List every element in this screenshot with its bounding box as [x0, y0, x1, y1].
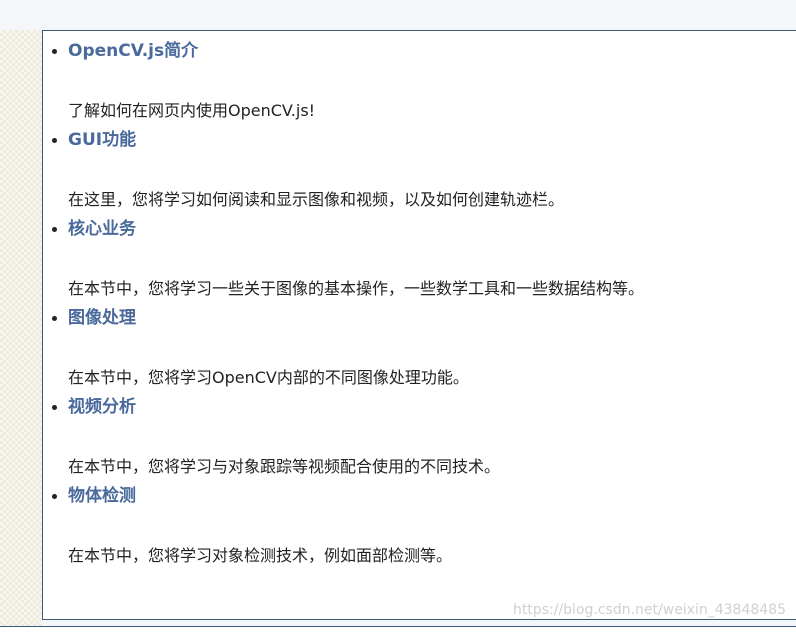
- bullet-icon: [52, 316, 57, 321]
- description-object-detection: 在本节中，您将学习对象检测技术，例如面部检测等。: [68, 546, 453, 565]
- list-item-video-analysis: 视频分析 在本节中，您将学习与对象跟踪等视频配合使用的不同技术。: [52, 394, 742, 483]
- link-video-analysis[interactable]: 视频分析: [68, 394, 136, 420]
- bullet-icon: [52, 49, 57, 54]
- list-item-core-operations: 核心业务 在本节中，您将学习一些关于图像的基本操作，一些数学工具和一些数据结构等…: [52, 216, 742, 305]
- bullet-icon: [52, 494, 57, 499]
- description-video-analysis: 在本节中，您将学习与对象跟踪等视频配合使用的不同技术。: [68, 457, 501, 476]
- link-image-processing[interactable]: 图像处理: [68, 305, 136, 331]
- bullet-icon: [52, 227, 57, 232]
- top-strip: [0, 0, 796, 30]
- watermark: https://blog.csdn.net/weixin_43848485: [512, 602, 786, 618]
- link-gui-features[interactable]: GUI功能: [68, 127, 136, 153]
- description-core-operations: 在本节中，您将学习一些关于图像的基本操作，一些数学工具和一些数据结构等。: [68, 279, 645, 298]
- module-list: OpenCV.js简介 了解如何在网页内使用OpenCV.js! GUI功能 在…: [52, 38, 742, 572]
- list-item-gui-features: GUI功能 在这里，您将学习如何阅读和显示图像和视频，以及如何创建轨迹栏。: [52, 127, 742, 216]
- link-opencvjs-intro[interactable]: OpenCV.js简介: [68, 38, 198, 64]
- list-item-opencvjs-intro: OpenCV.js简介 了解如何在网页内使用OpenCV.js!: [52, 38, 742, 127]
- list-item-image-processing: 图像处理 在本节中，您将学习OpenCV内部的不同图像处理功能。: [52, 305, 742, 394]
- side-pattern: [0, 30, 42, 632]
- bullet-icon: [52, 138, 57, 143]
- description-gui-features: 在这里，您将学习如何阅读和显示图像和视频，以及如何创建轨迹栏。: [68, 190, 565, 209]
- list-item-object-detection: 物体检测 在本节中，您将学习对象检测技术，例如面部检测等。: [52, 483, 742, 572]
- description-opencvjs-intro: 了解如何在网页内使用OpenCV.js!: [68, 101, 316, 120]
- bullet-icon: [52, 405, 57, 410]
- description-image-processing: 在本节中，您将学习OpenCV内部的不同图像处理功能。: [68, 368, 469, 387]
- link-object-detection[interactable]: 物体检测: [68, 483, 136, 509]
- link-core-operations[interactable]: 核心业务: [68, 216, 136, 242]
